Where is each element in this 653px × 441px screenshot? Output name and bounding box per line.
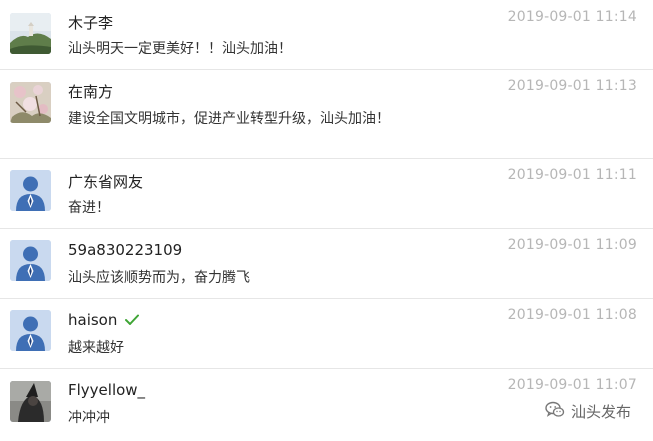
comment-text: 奋进！ [68,200,110,216]
comment-row: 广东省网友 2019-09-01 11:11 奋进！ [0,159,653,229]
comment-timestamp: 2019-09-01 11:11 [507,167,637,183]
commenter-name[interactable]: haison [68,311,140,330]
avatar[interactable] [10,82,51,123]
verified-check-icon [125,312,140,330]
default-user-icon [10,170,51,211]
dark-photo-icon [10,381,51,422]
comment-list: 木子李 2019-09-01 11:14 汕头明天一定更美好！！汕头加油！ 在南… [0,0,653,441]
comment-text: 汕头明天一定更美好！！汕头加油！ [68,41,292,57]
comment-text: 建设全国文明城市，促进产业转型升级，汕头加油！ [68,111,390,127]
avatar[interactable] [10,310,51,351]
wechat-icon [545,401,565,422]
commenter-name[interactable]: 59a830223109 [68,241,182,259]
comment-row: 在南方 2019-09-01 11:13 建设全国文明城市，促进产业转型升级，汕… [0,70,653,159]
comment-row: 木子李 2019-09-01 11:14 汕头明天一定更美好！！汕头加油！ [0,0,653,70]
comment-text: 越来越好 [68,340,124,356]
hill-photo-icon [10,13,51,54]
comment-text: 冲冲冲 [68,410,110,426]
comment-row: haison 2019-09-01 11:08 越来越好 [0,299,653,369]
commenter-name[interactable]: Flyyellow_ [68,381,145,399]
flower-photo-icon [10,82,51,123]
avatar[interactable] [10,381,51,422]
default-user-icon [10,310,51,351]
avatar[interactable] [10,13,51,54]
default-user-icon [10,240,51,281]
comment-timestamp: 2019-09-01 11:13 [507,78,637,94]
commenter-name[interactable]: 在南方 [68,81,113,102]
commenter-name[interactable]: 木子李 [68,12,113,33]
comment-timestamp: 2019-09-01 11:08 [507,307,637,323]
commenter-name[interactable]: 广东省网友 [68,171,143,192]
watermark: 汕头发布 [545,401,631,422]
comment-timestamp: 2019-09-01 11:07 [507,377,637,393]
comment-timestamp: 2019-09-01 11:14 [507,9,637,25]
comment-text: 汕头应该顺势而为，奋力腾飞 [68,270,250,286]
watermark-text: 汕头发布 [570,403,631,421]
avatar[interactable] [10,170,51,211]
avatar[interactable] [10,240,51,281]
commenter-name-label: haison [68,311,118,329]
comment-timestamp: 2019-09-01 11:09 [507,237,637,253]
comment-row: 59a830223109 2019-09-01 11:09 汕头应该顺势而为，奋… [0,229,653,299]
